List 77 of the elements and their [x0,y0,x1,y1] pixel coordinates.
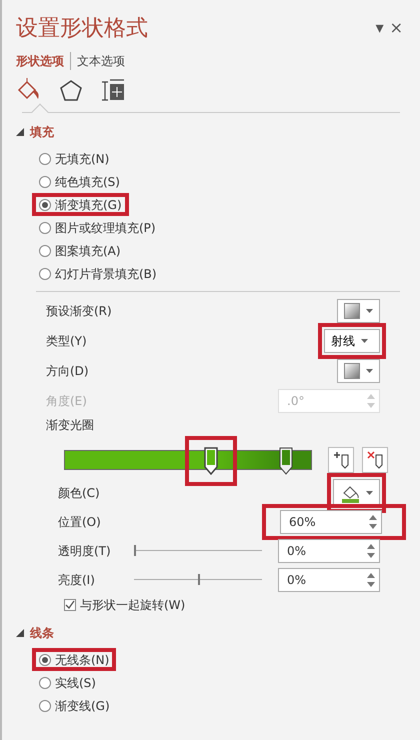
spin-arrows-icon[interactable] [367,572,375,588]
gradient-stop-handle[interactable] [204,447,218,475]
section-header[interactable]: 线条 [16,624,54,642]
field-value: .0° [287,393,304,410]
add-stop-icon [333,451,349,469]
gradient-swatch-icon [344,363,360,379]
radio-button[interactable] [39,700,51,712]
remove-stop-button[interactable] [362,447,388,473]
field-label: 位置(O) [58,514,102,530]
section-title: 填充 [30,124,54,141]
option-label: 无填充(N) [55,150,110,168]
close-button[interactable]: × [386,20,406,36]
caret-icon [361,339,368,343]
option-label: 图片或纹理填充(P) [55,220,156,236]
type-dropdown[interactable]: 射线 [324,329,380,353]
dropdown-value: 射线 [331,333,355,350]
option-label: 图案填充(A) [55,242,121,260]
option-label: 与形状一起旋转(W) [80,597,186,614]
radio-option[interactable]: 幻灯片背景填充(B) [39,264,157,282]
radio-button[interactable] [39,222,51,234]
dropdown-button[interactable]: ▾ [372,20,387,36]
radio-option[interactable]: 图案填充(A) [39,242,121,260]
pentagon-icon[interactable] [58,78,84,104]
option-label: 渐变填充(G) [55,196,122,214]
radio-option[interactable]: 实线(S) [39,674,96,692]
spin-arrows-icon[interactable] [367,542,375,558]
pane-title: 设置形状格式 [16,14,148,42]
caret-icon [366,309,373,313]
field-value: 60% [289,514,316,530]
spin-field[interactable]: 0% [278,538,380,562]
radio-option[interactable]: 无填充(N) [39,150,110,168]
radio-button[interactable] [39,176,51,188]
gradient-stop-handle[interactable] [278,447,293,475]
tab[interactable]: 形状选项 [16,52,70,70]
gradient-swatch-icon [344,303,360,319]
tab[interactable]: 文本选项 [71,52,131,70]
radio-button[interactable] [39,152,51,164]
radio-button[interactable] [39,676,51,688]
spin-arrows-icon[interactable] [369,514,377,530]
spin-field[interactable]: 0% [278,568,380,592]
radio-option[interactable]: 渐变线(G) [39,696,110,714]
radio-option[interactable]: 无线条(N) [39,650,110,668]
option-label: 幻灯片背景填充(B) [55,266,157,282]
radio-option[interactable]: 渐变填充(G) [39,196,122,214]
remove-stop-icon [367,451,383,469]
field-value: 0% [287,542,306,560]
swatch-dropdown[interactable] [337,299,380,323]
option-label: 渐变线(G) [55,698,110,714]
radio-button[interactable] [39,268,51,280]
field-label: 类型(Y) [46,333,88,350]
field-label: 方向(D) [46,363,90,380]
option-label: 实线(S) [55,674,96,692]
radio-button[interactable] [39,654,51,666]
spin-field[interactable]: 60% [280,510,382,534]
add-stop-button[interactable] [328,447,354,473]
radio-option[interactable]: 纯色填充(S) [39,172,120,190]
option-label: 无线条(N) [55,652,110,668]
option-label: 纯色填充(S) [55,174,120,190]
radio-button[interactable] [39,198,51,210]
field-label: 亮度(I) [58,572,96,588]
swatch-dropdown[interactable] [337,359,380,383]
section-header[interactable]: 填充 [16,123,54,141]
section-title: 线条 [30,625,54,642]
checkbox[interactable] [64,599,76,611]
color-picker-button[interactable] [333,478,380,506]
field-label: 透明度(T) [58,542,112,560]
radio-option[interactable]: 图片或纹理填充(P) [39,218,156,236]
field-label: 预设渐变(R) [46,303,113,320]
field-label: 角度(E) [46,393,88,410]
checkmark-icon [65,600,75,610]
checkbox-option[interactable]: 与形状一起旋转(W) [64,596,406,614]
radio-button[interactable] [39,244,51,256]
caret-icon [366,490,373,494]
field-label: 颜色(C) [58,484,101,502]
field-label: 渐变光圈 [46,418,94,432]
field-value: 0% [287,572,306,588]
caret-icon [366,369,373,373]
